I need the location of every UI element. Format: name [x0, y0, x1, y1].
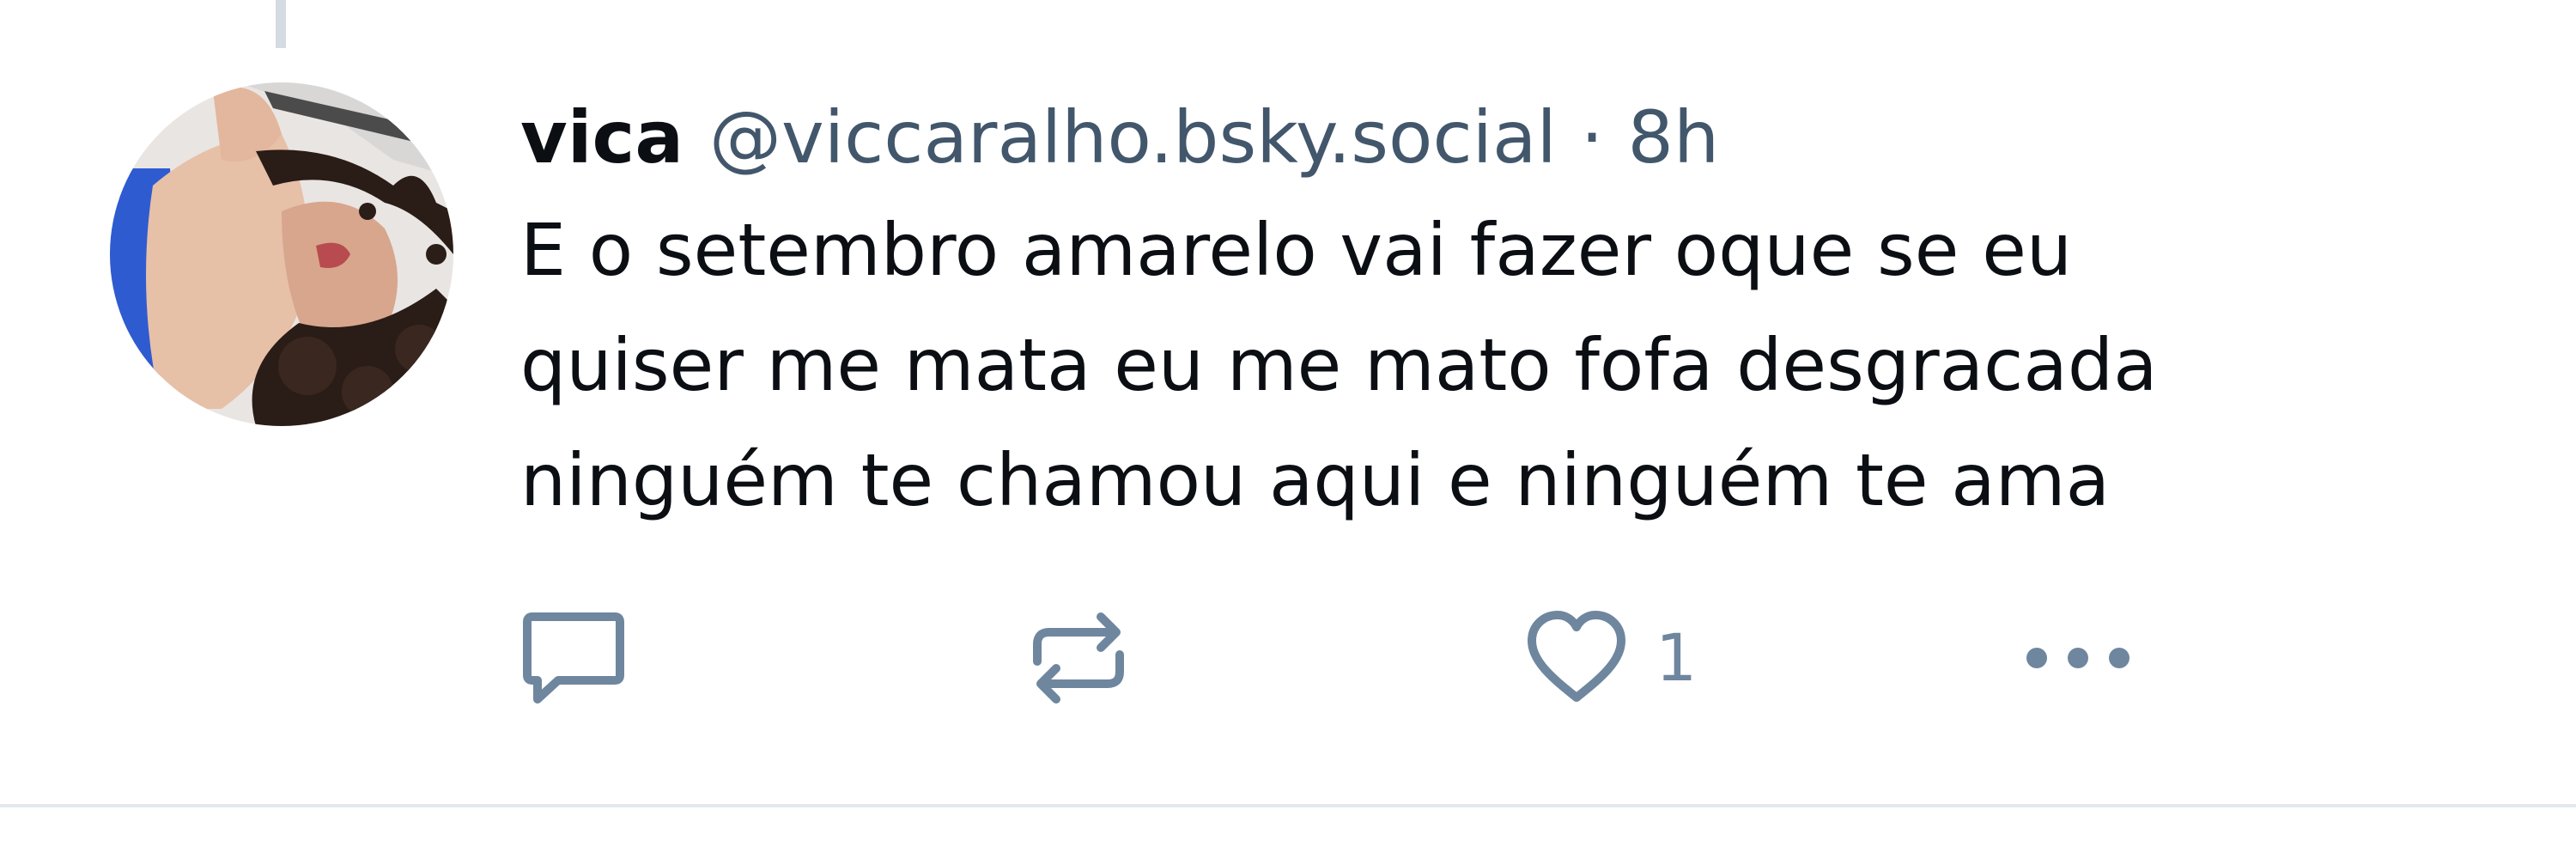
author-handle[interactable]: @viccaralho.bsky.social: [709, 86, 1557, 189]
author-display-name[interactable]: vica: [520, 86, 683, 189]
repost-button[interactable]: [1025, 606, 1132, 710]
repost-arrows-icon: [1033, 612, 1124, 704]
meta-separator: ·: [1580, 95, 1604, 180]
ellipsis-icon: [2026, 648, 2129, 668]
reply-button[interactable]: [520, 606, 627, 710]
post-text-line: ninguém te chamou aqui e ninguém te ama: [520, 438, 2111, 522]
speech-bubble-icon: [523, 612, 624, 704]
feed-post[interactable]: vica @viccaralho.bsky.social · 8h E o se…: [0, 0, 2576, 859]
avatar-photo: [110, 82, 453, 426]
post-text: E o setembro amarelo vai fazer oque se e…: [520, 192, 2495, 538]
like-count: 1: [1656, 619, 1698, 696]
like-button[interactable]: 1: [1523, 606, 1697, 710]
post-divider: [0, 804, 2576, 807]
post-actions: 1: [520, 606, 2238, 710]
post-text-line: quiser me mata eu me mato fofa desgracad…: [520, 323, 2158, 407]
post-timestamp[interactable]: 8h: [1628, 86, 1720, 189]
author-avatar[interactable]: [110, 82, 453, 426]
more-options-button[interactable]: [2018, 606, 2138, 710]
post-header: vica @viccaralho.bsky.social · 8h: [520, 86, 2495, 189]
heart-outline-icon: [1528, 611, 1625, 702]
post-text-line: E o setembro amarelo vai fazer oque se e…: [520, 208, 2073, 292]
thread-connector-line: [276, 0, 286, 48]
post-content: vica @viccaralho.bsky.social · 8h E o se…: [520, 86, 2495, 538]
